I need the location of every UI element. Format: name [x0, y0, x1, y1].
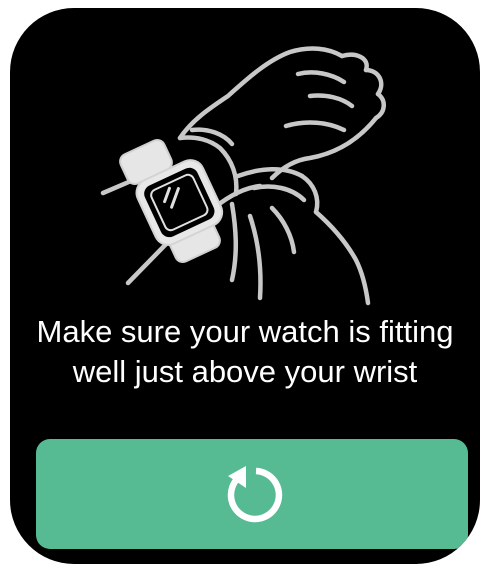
fit-instruction-text: Make sure your watch is fitting well jus… [36, 314, 454, 389]
refresh-icon [227, 466, 283, 523]
watch-screen: Make sure your watch is fitting well jus… [10, 8, 480, 564]
hand-wearing-watch-illustration [100, 46, 386, 306]
retry-button[interactable] [36, 439, 468, 549]
